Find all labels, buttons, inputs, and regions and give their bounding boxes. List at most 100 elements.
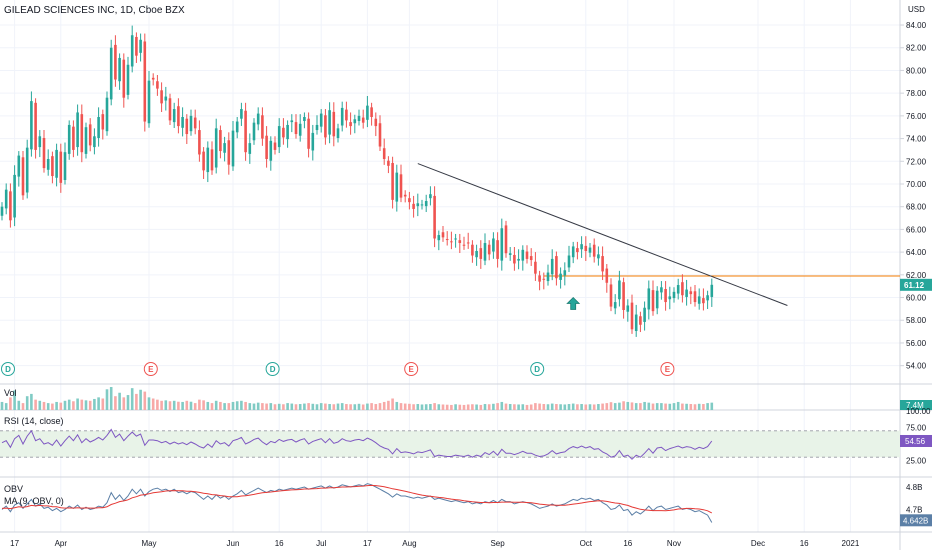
up-arrow-icon <box>566 296 581 310</box>
candle-body <box>177 106 180 127</box>
candle-body <box>122 59 126 98</box>
dividend-badge[interactable]: D <box>265 362 280 376</box>
volume-bar <box>634 403 638 410</box>
badge-label: E <box>148 365 154 374</box>
candle <box>676 278 680 300</box>
candle-body <box>298 123 302 136</box>
volume-bar <box>240 400 243 410</box>
price-tick-label: 54.00 <box>906 362 927 371</box>
candle-body <box>525 251 529 259</box>
price-tick-label: 58.00 <box>906 316 927 325</box>
volume-bar <box>51 403 54 410</box>
candle-body <box>353 119 357 124</box>
candle <box>151 73 155 86</box>
candle <box>168 93 172 125</box>
candle <box>206 141 210 183</box>
volume-bar <box>126 395 130 410</box>
candle <box>122 53 126 108</box>
earnings-badge[interactable]: E <box>143 362 158 376</box>
candle <box>496 232 499 268</box>
volume-bar <box>38 400 42 410</box>
candle <box>30 91 33 157</box>
volume-bar <box>424 404 428 410</box>
rsi-pane[interactable] <box>0 428 900 460</box>
candle-body <box>437 235 441 241</box>
volume-bar <box>613 403 617 410</box>
volume-bar <box>681 403 684 410</box>
candle <box>584 236 588 261</box>
candle <box>282 118 285 145</box>
volume-bar <box>345 404 348 410</box>
volume-bar <box>450 404 453 410</box>
time-axis[interactable]: 17 Apr May Jun 16 Jul 17 Aug Sep Oct 16 Nov Dec 16 202… <box>10 539 860 548</box>
volume-bar <box>198 399 201 410</box>
volume-bar <box>160 400 163 410</box>
dividend-badge[interactable]: D <box>1 362 15 376</box>
candle-body <box>555 256 558 279</box>
chart-canvas[interactable]: D E D E D E 84.00 82.00 80.00 78.00 76.00 74.00 72.… <box>0 0 932 550</box>
earnings-badge[interactable]: E <box>660 362 675 376</box>
volume-bar <box>391 398 394 410</box>
candle <box>55 143 58 187</box>
candle-body <box>38 136 42 148</box>
candle-body <box>660 287 663 293</box>
volume-bar <box>294 404 298 410</box>
volume-bar <box>702 404 705 410</box>
candle <box>67 120 71 160</box>
candle-body <box>219 130 222 152</box>
volume-bar <box>370 403 373 410</box>
volume-bar <box>139 389 142 410</box>
candle-body <box>416 203 420 207</box>
candle <box>643 301 646 331</box>
volume-bar <box>496 403 499 410</box>
candle-body <box>450 241 453 243</box>
candle <box>231 120 235 171</box>
time-tick-label: 16 <box>800 539 809 548</box>
price-pane[interactable]: DEDEDE <box>0 25 900 376</box>
candle-body <box>143 41 147 122</box>
candle-body <box>340 107 344 126</box>
candle <box>605 264 609 293</box>
candle-body <box>227 140 231 165</box>
obv-pane[interactable] <box>1 483 713 523</box>
candle <box>693 285 697 307</box>
candle-body <box>496 240 499 259</box>
candle-body <box>55 149 58 178</box>
volume-bar <box>84 400 88 410</box>
candle-body <box>664 289 667 303</box>
candle-body <box>202 151 205 171</box>
volume-bar <box>361 404 365 410</box>
volume-bar <box>571 403 575 410</box>
candle <box>294 114 298 139</box>
volume-bar <box>546 404 550 410</box>
candle-body <box>668 296 672 300</box>
candle-body <box>164 96 168 101</box>
dividend-badge[interactable]: D <box>530 362 545 376</box>
volume-bar <box>185 400 189 410</box>
obv-ma-title: MA (9, OBV, 0) <box>4 496 64 506</box>
candle <box>567 245 571 272</box>
volume-bar <box>487 404 491 410</box>
volume-bar <box>378 403 382 410</box>
volume-bar <box>525 404 529 410</box>
volume-bar <box>693 404 697 410</box>
candle-body <box>84 127 88 154</box>
volume-bar <box>168 401 172 410</box>
trendline-layer[interactable] <box>417 163 788 306</box>
volume-bar <box>660 403 663 410</box>
volume-pane[interactable] <box>0 387 714 410</box>
earnings-badge[interactable]: E <box>404 362 419 376</box>
obv-tick-label: 4.8B <box>906 483 922 492</box>
candle-body <box>521 249 525 261</box>
trendline[interactable] <box>417 163 788 306</box>
candle-body <box>311 132 315 151</box>
price-axis[interactable]: 84.00 82.00 80.00 78.00 76.00 74.00 72.00 70.00… <box>900 21 932 527</box>
candles-layer <box>0 25 714 337</box>
candle <box>416 193 420 217</box>
chart-root: D E D E D E 84.00 82.00 80.00 78.00 76.00 74.00 72.… <box>0 0 932 550</box>
candle <box>370 102 373 126</box>
volume-bar <box>576 404 579 410</box>
rsi-pane-title: RSI (14, close) <box>4 416 64 426</box>
time-tick-label: Apr <box>55 539 68 548</box>
volume-bar <box>273 404 277 410</box>
